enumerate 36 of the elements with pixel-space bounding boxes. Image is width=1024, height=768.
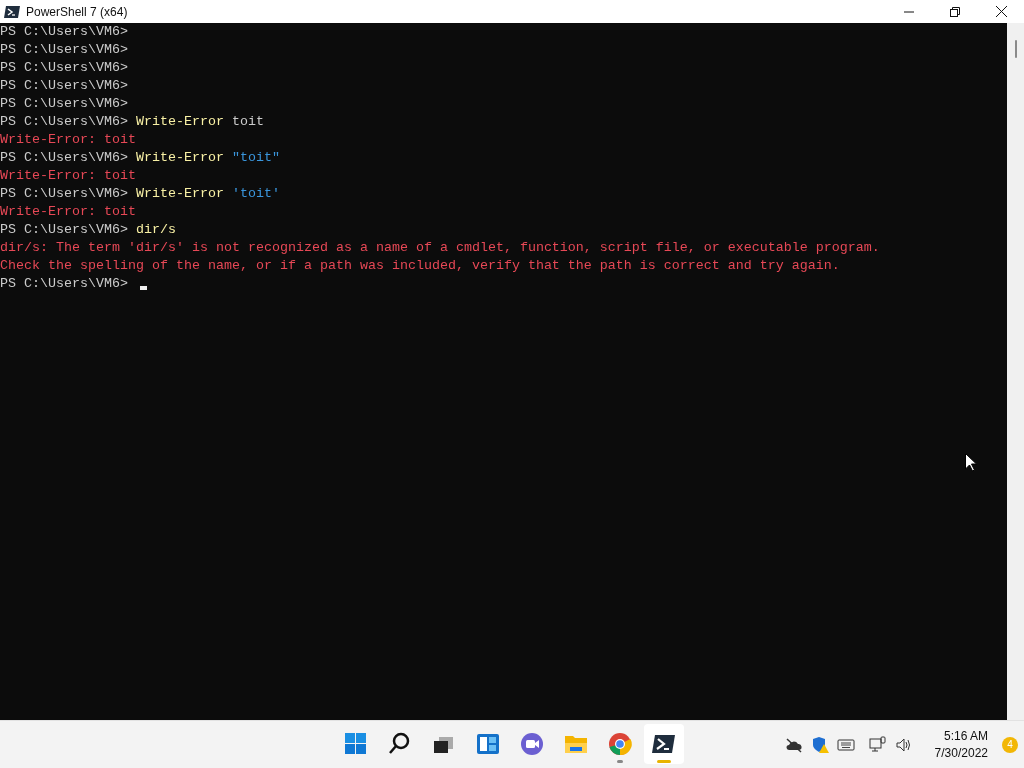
browser-icon <box>606 730 634 758</box>
prompt-text: PS C:\Users\VM6> <box>0 95 128 113</box>
string-text: 'toit' <box>231 185 280 203</box>
cloud-off-icon[interactable] <box>784 735 803 754</box>
close-icon <box>995 6 1007 17</box>
chat-icon <box>518 730 546 758</box>
restore-icon <box>950 6 960 17</box>
taskbar-button[interactable] <box>644 724 684 764</box>
clock-time[interactable]: 5:16 AM <box>943 727 988 745</box>
string-text: "toit" <box>231 149 280 167</box>
prompt-text: PS C:\Users\VM6> <box>0 113 128 131</box>
shield-warning-icon[interactable] <box>810 735 829 754</box>
error-text: Write-Error: toit <box>0 131 136 149</box>
prompt-text: PS C:\Users\VM6> <box>0 23 128 41</box>
error-text: Check the spelling of the name, or if a path was included, verify that the path is correct and try again. <box>0 257 840 275</box>
prompt-text: PS C:\Users\VM6> <box>0 77 128 95</box>
error-text: Write-Error: toit <box>0 203 136 221</box>
prompt-text: PS C:\Users\VM6> <box>0 59 128 77</box>
command-text: Write-Error <box>136 185 224 203</box>
prompt-text: PS C:\Users\VM6> <box>0 221 128 239</box>
error-text: dir/s: The term 'dir/s' is not recognized as a name of a cmdlet, function, script file, or executable program. <box>0 239 880 257</box>
scrollbar[interactable] <box>1007 23 1024 720</box>
prompt-text: PS C:\Users\VM6> <box>0 185 128 203</box>
prompt-text: PS C:\Users\VM6> <box>0 275 128 293</box>
command-text: dir/s <box>136 221 176 239</box>
prompt-text: PS C:\Users\VM6> <box>0 149 128 167</box>
clock-date[interactable]: 7/30/2022 <box>934 744 988 762</box>
argument-text: toit <box>231 113 264 131</box>
network-icon[interactable] <box>868 735 887 754</box>
command-text: Write-Error <box>136 149 224 167</box>
terminal-icon <box>4 4 20 19</box>
command-text: Write-Error <box>136 113 224 131</box>
error-text: Write-Error: toit <box>0 167 136 185</box>
mouse-pointer-icon <box>965 453 977 472</box>
window-title: PowerShell 7 (x64) <box>26 4 129 19</box>
prompt-text: PS C:\Users\VM6> <box>0 41 128 59</box>
